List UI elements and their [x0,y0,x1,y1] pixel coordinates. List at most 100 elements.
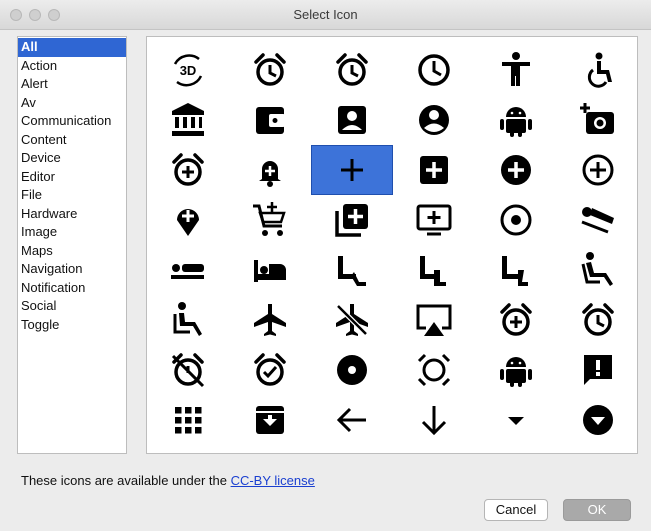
icon-cell-airline-seat-flat-angled[interactable] [557,195,637,245]
icon-cell-alarm[interactable] [311,45,393,95]
icon-cell-airline-seat-legroom-reduced[interactable] [475,245,557,295]
all-out-icon [414,350,454,390]
category-item-maps[interactable]: Maps [18,242,126,261]
archive-icon [250,400,290,440]
airline-seat-flat-angled-icon [578,200,618,240]
icon-cell-add-box[interactable] [393,145,475,195]
android-icon [496,100,536,140]
icon-cell-alarm-off[interactable] [147,345,229,395]
icon-cell-account-box[interactable] [311,95,393,145]
icon-cell-arrow-downward[interactable] [393,395,475,445]
icon-cell-adjust[interactable] [475,195,557,245]
icon-cell-airline-seat-individual-suite[interactable] [229,245,311,295]
icon-cell-add-shopping-cart[interactable] [229,195,311,245]
airline-seat-individual-suite-icon [250,250,290,290]
select-icon-dialog: Select Icon All Action Alert Av Communicatio… [0,0,651,531]
alarm-add-icon [496,300,536,340]
category-item-action[interactable]: Action [18,57,126,76]
icon-cell-all-out[interactable] [393,345,475,395]
eject-partial-icon [311,445,393,453]
icon-cell-announcement[interactable] [557,345,637,395]
category-item-communication[interactable]: Communication [18,112,126,131]
icon-cell-accessible[interactable] [557,45,637,95]
icon-cell-accessibility[interactable] [475,45,557,95]
category-item-navigation[interactable]: Navigation [18,260,126,279]
album-icon [332,350,372,390]
category-item-notification[interactable]: Notification [18,279,126,298]
alarm-on-icon [250,350,290,390]
add-box-icon [414,150,454,190]
icon-cell-add-to-photos[interactable] [311,195,393,245]
icon-cell-add-circle[interactable] [475,145,557,195]
category-item-av[interactable]: Av [18,94,126,113]
icon-cell-airplanemode-inactive[interactable] [311,295,393,345]
category-item-hardware[interactable]: Hardware [18,205,126,224]
add-to-photos-icon [332,200,372,240]
icon-cell-add-to-queue[interactable] [393,195,475,245]
ok-button[interactable]: OK [563,499,631,521]
add-circle-outline-icon [578,150,618,190]
icon-cell-clock[interactable] [393,45,475,95]
adjust-icon [496,200,536,240]
icon-cell-airline-seat-recline-extra[interactable] [557,245,637,295]
icon-cell-arrow-back[interactable] [311,395,393,445]
category-item-social[interactable]: Social [18,297,126,316]
airline-seat-flat-icon [168,250,208,290]
category-list[interactable]: All Action Alert Av Communication Content Devi… [17,36,127,454]
category-item-all[interactable]: All [18,38,126,57]
icon-cell-airline-seat-flat[interactable] [147,245,229,295]
category-item-toggle[interactable]: Toggle [18,316,126,335]
account-balance-wallet-icon [250,100,290,140]
add-alert-icon [250,150,290,190]
icon-cell-alarm[interactable] [557,295,637,345]
arrow-downward-icon [414,400,454,440]
icon-grid[interactable]: 3D [146,36,638,454]
airline-seat-legroom-reduced-icon [496,250,536,290]
account-box-icon [332,100,372,140]
icon-cell-android[interactable] [475,345,557,395]
icon-cell-account-balance[interactable] [147,95,229,145]
icon-cell-alarm-on[interactable] [229,345,311,395]
icon-cell-add[interactable] [311,145,393,195]
icon-cell-alarm-add[interactable] [475,295,557,345]
arrow-drop-down-icon [496,400,536,440]
accessibility-icon [496,50,536,90]
cancel-button[interactable]: Cancel [484,499,548,521]
icon-cell-android[interactable] [475,95,557,145]
category-item-content[interactable]: Content [18,131,126,150]
window-title: Select Icon [293,7,358,22]
icon-cell-airplay[interactable] [393,295,475,345]
category-item-file[interactable]: File [18,186,126,205]
category-item-alert[interactable]: Alert [18,75,126,94]
title-bar: Select Icon [0,0,651,30]
icon-cell-3d-rotation[interactable]: 3D [147,45,229,95]
icon-cell-album[interactable] [311,345,393,395]
icon-cell-arrow-drop-down[interactable] [475,395,557,445]
add-a-photo-icon [578,100,618,140]
clock-icon [414,50,454,90]
icon-cell-account-balance-wallet[interactable] [229,95,311,145]
icon-cell-apps[interactable] [147,395,229,445]
icon-cell-add-alarm[interactable] [147,145,229,195]
category-item-image[interactable]: Image [18,223,126,242]
icon-cell-add-circle-outline[interactable] [557,145,637,195]
3d-rotation-icon: 3D [168,50,208,90]
icon-cell-airline-seat-recline-normal[interactable] [147,295,229,345]
airline-seat-recline-normal-icon [168,300,208,340]
icon-cell-alarm[interactable] [229,45,311,95]
add-shopping-cart-icon [250,200,290,240]
icon-cell-airline-seat-legroom-extra[interactable] [311,245,393,295]
license-link[interactable]: CC-BY license [231,473,315,488]
icon-cell-add-location[interactable] [147,195,229,245]
category-item-editor[interactable]: Editor [18,168,126,187]
icon-cell-airplane[interactable] [229,295,311,345]
icon-cell-add-alert[interactable] [229,145,311,195]
icon-cell-airline-seat-legroom-normal[interactable] [393,245,475,295]
airline-seat-recline-extra-icon [578,250,618,290]
icon-cell-archive[interactable] [229,395,311,445]
add-icon [332,150,372,190]
icon-cell-account-circle[interactable] [393,95,475,145]
icon-cell-add-a-photo[interactable] [557,95,637,145]
icon-cell-arrow-drop-down-circle[interactable] [557,395,637,445]
category-item-device[interactable]: Device [18,149,126,168]
